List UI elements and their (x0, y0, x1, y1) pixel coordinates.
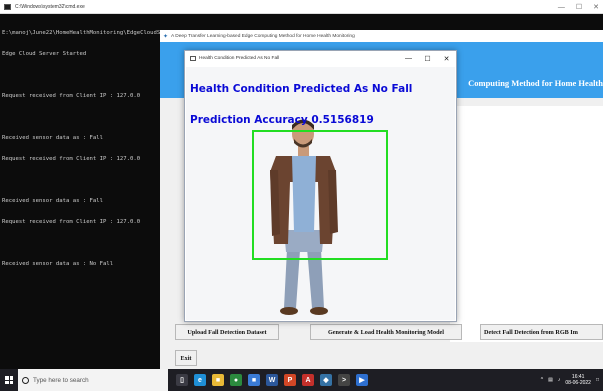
chevron-up-icon[interactable]: ^ (541, 377, 543, 383)
cmd-line-blank (2, 177, 163, 184)
exit-button[interactable]: Exit (175, 350, 197, 366)
detect-fall-button[interactable]: Detect Fall Detection from RGB Im (480, 324, 603, 340)
word-icon[interactable]: W (266, 374, 278, 386)
popup-window-controls: — ☐ ✕ (399, 51, 456, 66)
popup-title: Health Condition Predicted As No Fall (199, 56, 280, 61)
cmd-line-blank (2, 114, 163, 121)
cmd-window-controls: — ☐ ✕ (558, 0, 599, 14)
cmd-icon[interactable]: > (338, 374, 350, 386)
prediction-label: Health Condition Predicted As No Fall (190, 83, 413, 95)
python-icon[interactable]: ◆ (320, 374, 332, 386)
cmd-line: E:\manoj\June22\HomeHealthMonitoring\Edg… (2, 30, 165, 36)
cmd-window-title: C:\Windows\system32\cmd.exe (15, 3, 85, 10)
cmd-line: Received sensor data as : Fall (2, 135, 104, 141)
popup-titlebar[interactable]: Health Condition Predicted As No Fall — … (185, 51, 456, 66)
cmd-line-blank (2, 240, 163, 247)
acrobat-icon[interactable]: A (302, 374, 314, 386)
windows-logo-icon (5, 376, 13, 384)
popup-minimize-button[interactable]: — (399, 51, 418, 66)
cmd-minimize-button[interactable]: — (558, 4, 565, 11)
edge-icon[interactable]: e (194, 374, 206, 386)
detection-bounding-box (252, 130, 388, 260)
notifications-icon[interactable]: □ (596, 377, 599, 383)
cmd-line-blank (2, 72, 163, 79)
network-icon[interactable]: ▤ (548, 377, 553, 383)
store-icon[interactable]: ■ (248, 374, 260, 386)
cmd-console-output[interactable]: E:\manoj\June22\HomeHealthMonitoring\Edg… (0, 14, 165, 369)
taskbar-clock[interactable]: 16:41 08-06-2022 (565, 374, 591, 386)
prediction-popup-window: Health Condition Predicted As No Fall — … (184, 50, 457, 322)
taskbar-search-box[interactable]: Type here to search (18, 369, 168, 391)
app-window-titlebar[interactable]: ✦ A Deep Transfer Learning-based Edge Co… (160, 30, 603, 42)
system-tray: ^ ▤ ♪ 16:41 08-06-2022 □ (541, 369, 599, 391)
upload-dataset-button[interactable]: Upload Fall Detection Dataset (175, 324, 279, 340)
taskbar: Type here to search ▯ e ■ ● ■ W P A ◆ > … (0, 369, 603, 391)
cmd-line: Received sensor data as : Fall (2, 198, 104, 204)
popup-close-button[interactable]: ✕ (437, 51, 456, 66)
prediction-accuracy: Prediction Accuracy 0.5156819 (190, 114, 374, 126)
cmd-window-titlebar[interactable]: C:\Windows\system32\cmd.exe — ☐ ✕ (0, 0, 603, 14)
search-placeholder: Type here to search (33, 376, 89, 384)
clock-date: 08-06-2022 (565, 380, 591, 386)
app-header-title: Computing Method for Home Health (468, 78, 603, 88)
task-view-icon[interactable]: ▯ (176, 374, 188, 386)
cmd-close-button[interactable]: ✕ (593, 3, 599, 11)
cmd-line: Edge Cloud Server Started (2, 51, 87, 57)
cmd-output-overflow (165, 14, 603, 30)
cmd-icon (4, 3, 11, 10)
generate-model-button[interactable]: Generate & Load Health Monitoring Model (310, 324, 462, 340)
cmd-maximize-button[interactable]: ☐ (576, 3, 582, 11)
feather-icon: ✦ (163, 33, 169, 40)
button-row: Upload Fall Detection Dataset Generate &… (160, 324, 603, 340)
cmd-line: Received sensor data as : No Fall (2, 261, 114, 267)
start-button[interactable] (0, 369, 18, 391)
chrome-icon[interactable]: ● (230, 374, 242, 386)
cmd-line: Request received from Client IP : 127.0.… (2, 93, 141, 99)
app-window-title: A Deep Transfer Learning-based Edge Comp… (171, 33, 355, 39)
powerpoint-icon[interactable]: P (284, 374, 296, 386)
taskbar-apps: ▯ e ■ ● ■ W P A ◆ > ▶ (176, 374, 368, 386)
files-icon[interactable]: ■ (212, 374, 224, 386)
window-icon (190, 56, 196, 61)
popup-maximize-button[interactable]: ☐ (418, 51, 437, 66)
output-text-area[interactable] (450, 106, 603, 342)
prediction-image: Health Condition Predicted As No Fall Pr… (186, 67, 455, 320)
cmd-line: Request received from Client IP : 127.0.… (2, 219, 141, 225)
media-icon[interactable]: ▶ (356, 374, 368, 386)
search-icon (22, 376, 29, 384)
volume-icon[interactable]: ♪ (558, 377, 561, 383)
cmd-line: Request received from Client IP : 127.0.… (2, 156, 141, 162)
